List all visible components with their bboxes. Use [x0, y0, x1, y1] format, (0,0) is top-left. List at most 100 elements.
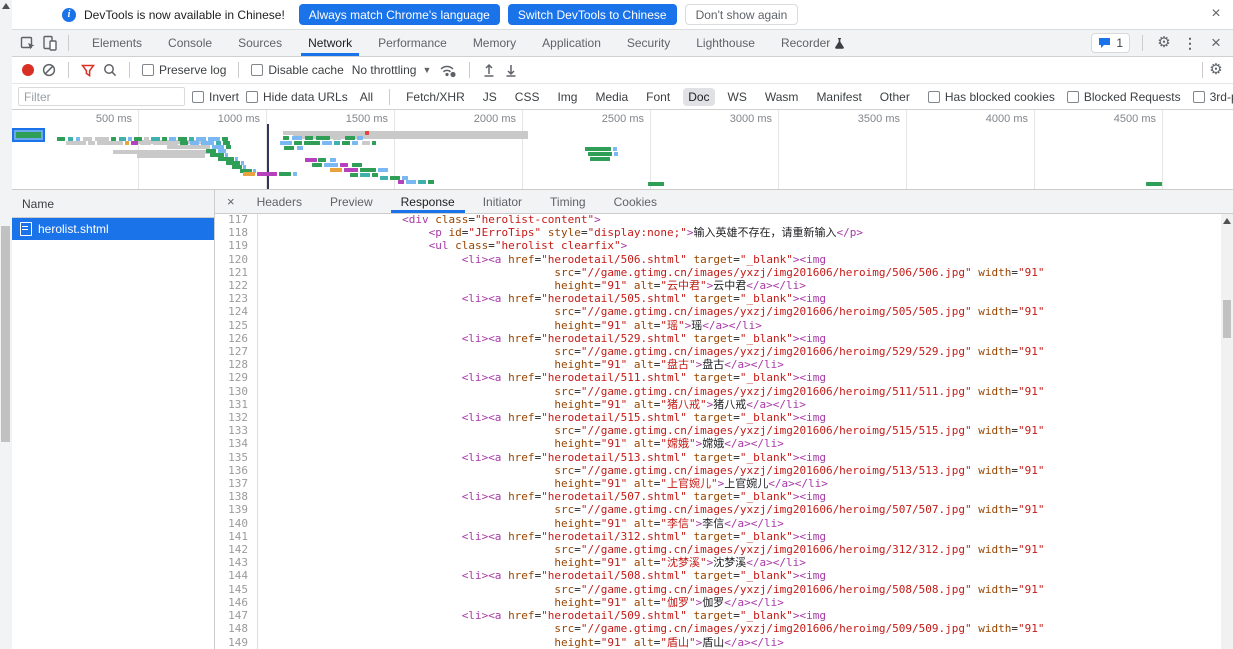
filter-chip-media[interactable]: Media — [590, 88, 633, 106]
waterfall-bar — [153, 141, 178, 145]
waterfall-bar — [372, 141, 376, 145]
disable-cache-checkbox[interactable]: Disable cache — [251, 63, 343, 77]
filter-chip-all[interactable]: All — [355, 88, 378, 106]
3rd-party-requests-checkbox[interactable]: 3rd-party requests — [1193, 90, 1233, 104]
detail-close-icon[interactable]: × — [215, 190, 243, 213]
line-number: 143 — [215, 556, 258, 569]
waterfall-bar — [378, 168, 388, 172]
infobar-close-icon[interactable]: × — [1207, 5, 1225, 23]
export-har-icon[interactable] — [504, 63, 518, 78]
filter-chip-ws[interactable]: WS — [723, 88, 752, 106]
detail-tab-timing[interactable]: Timing — [536, 190, 600, 213]
clear-icon[interactable] — [42, 63, 56, 77]
network-overview[interactable]: 500 ms1000 ms1500 ms2000 ms2500 ms3000 m… — [12, 110, 1233, 190]
page-scrollbar-thumb[interactable] — [1, 226, 10, 442]
tab-application[interactable]: Application — [529, 30, 614, 56]
invert-checkbox[interactable]: Invert — [192, 90, 239, 104]
hide-data-urls-checkbox[interactable]: Hide data URLs — [246, 90, 348, 104]
issues-counter[interactable]: 1 — [1091, 33, 1130, 53]
filter-chip-other[interactable]: Other — [875, 88, 915, 106]
code-line: 145 src="//game.gtimg.cn/images/yxzj/img… — [215, 583, 1221, 596]
scroll-up-arrow-icon[interactable] — [2, 3, 10, 9]
import-har-icon[interactable] — [482, 63, 496, 78]
code-scroll-up-icon[interactable] — [1223, 218, 1231, 224]
code-text: height="91" alt="猪八戒">猪八戒</a></li> — [258, 398, 806, 411]
throttling-dropdown[interactable]: No throttling ▼ — [352, 63, 432, 77]
detail-tab-cookies[interactable]: Cookies — [600, 190, 671, 213]
code-line: 127 src="//game.gtimg.cn/images/yxzj/img… — [215, 345, 1221, 358]
code-text: src="//game.gtimg.cn/images/yxzj/img2016… — [258, 503, 1045, 516]
tab-performance[interactable]: Performance — [365, 30, 460, 56]
inspect-icon[interactable] — [20, 35, 36, 51]
code-text: <div class="herolist-content"> — [258, 214, 601, 226]
tab-security[interactable]: Security — [614, 30, 683, 56]
detail-tab-response[interactable]: Response — [387, 190, 469, 213]
match-language-button[interactable]: Always match Chrome's language — [299, 4, 500, 25]
devtools-close-icon[interactable]: × — [1207, 35, 1225, 51]
waterfall-bar — [137, 154, 205, 158]
tab-network[interactable]: Network — [295, 30, 365, 56]
detail-tab-headers[interactable]: Headers — [243, 190, 316, 213]
filter-funnel-icon[interactable] — [81, 64, 95, 77]
has-blocked-cookies-checkbox[interactable]: Has blocked cookies — [928, 90, 1055, 104]
code-scrollbar-thumb[interactable] — [1223, 300, 1231, 338]
waterfall-bar — [344, 168, 358, 172]
overview-tick-label: 1000 ms — [170, 113, 260, 127]
search-icon[interactable] — [103, 63, 117, 77]
filter-chip-wasm[interactable]: Wasm — [760, 88, 804, 106]
device-toolbar-icon[interactable] — [42, 35, 58, 51]
blocked-requests-checkbox[interactable]: Blocked Requests — [1067, 90, 1181, 104]
code-line: 138 <li><a href="herodetail/507.shtml" t… — [215, 490, 1221, 503]
code-scrollbar[interactable] — [1221, 214, 1233, 649]
name-column-header[interactable]: Name — [12, 190, 214, 218]
line-number: 141 — [215, 530, 258, 543]
record-button[interactable] — [22, 64, 34, 76]
detail-tab-initiator[interactable]: Initiator — [469, 190, 536, 213]
filter-chip-font[interactable]: Font — [641, 88, 675, 106]
filter-input[interactable] — [18, 87, 185, 106]
tab-recorder[interactable]: Recorder — [768, 30, 858, 56]
tab-lighthouse[interactable]: Lighthouse — [683, 30, 768, 56]
line-number: 130 — [215, 385, 258, 398]
filter-chip-doc[interactable]: Doc — [683, 88, 714, 106]
tab-elements[interactable]: Elements — [79, 30, 155, 56]
selected-request-waterfall-bar[interactable] — [12, 128, 45, 142]
code-line: 143 height="91" alt="沈梦溪">沈梦溪</a></li> — [215, 556, 1221, 569]
overview-tick-label: 1500 ms — [298, 113, 388, 127]
network-settings-gear-icon[interactable]: ⚙ — [1207, 62, 1225, 78]
tab-memory[interactable]: Memory — [460, 30, 529, 56]
filter-chip-fetch-xhr[interactable]: Fetch/XHR — [401, 88, 470, 106]
detail-tab-preview[interactable]: Preview — [316, 190, 387, 213]
line-number: 145 — [215, 583, 258, 596]
code-text: src="//game.gtimg.cn/images/yxzj/img2016… — [258, 385, 1045, 398]
dont-show-again-button[interactable]: Don't show again — [685, 4, 799, 25]
more-options-icon[interactable]: ⋮ — [1181, 35, 1199, 51]
waterfall-bar — [279, 172, 291, 176]
tab-console[interactable]: Console — [155, 30, 225, 56]
filter-chip-manifest[interactable]: Manifest — [811, 88, 866, 106]
code-line: 149 height="91" alt="盾山">盾山</a></li> — [215, 636, 1221, 649]
waterfall-bar — [283, 136, 289, 140]
code-line: 128 height="91" alt="盘古">盘古</a></li> — [215, 358, 1221, 371]
filter-chip-js[interactable]: JS — [478, 88, 502, 106]
waterfall-bar — [330, 158, 336, 162]
document-icon — [20, 222, 32, 236]
issues-bubble-icon — [1098, 37, 1111, 49]
code-text: height="91" alt="嫦娥">嫦娥</a></li> — [258, 437, 784, 450]
code-line: 144 <li><a href="herodetail/508.shtml" t… — [215, 569, 1221, 582]
experiment-flask-icon — [834, 37, 845, 50]
filter-chip-css[interactable]: CSS — [510, 88, 545, 106]
settings-gear-icon[interactable]: ⚙ — [1155, 35, 1173, 51]
tab-sources[interactable]: Sources — [225, 30, 295, 56]
code-text: <li><a href="herodetail/513.shtml" targe… — [258, 451, 826, 464]
waterfall-bar — [357, 136, 363, 140]
response-code-viewer[interactable]: 117 <div class="herolist-content">118 <p… — [215, 214, 1221, 649]
filter-chip-img[interactable]: Img — [552, 88, 582, 106]
waterfall-bar — [613, 147, 617, 151]
network-conditions-icon[interactable] — [439, 63, 457, 78]
preserve-log-checkbox[interactable]: Preserve log — [142, 63, 226, 77]
switch-chinese-button[interactable]: Switch DevTools to Chinese — [508, 4, 677, 25]
request-row-herolist.shtml[interactable]: herolist.shtml — [12, 218, 214, 240]
code-text: height="91" alt="盘古">盘古</a></li> — [258, 358, 784, 371]
code-text: <li><a href="herodetail/509.shtml" targe… — [258, 609, 826, 622]
